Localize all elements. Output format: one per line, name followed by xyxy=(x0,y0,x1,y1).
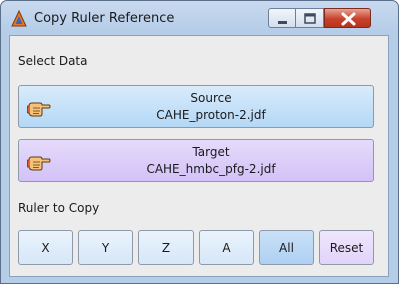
target-button-text: Target CAHE_hmbc_pfg-2.jdf xyxy=(59,144,363,178)
ruler-a-button[interactable]: A xyxy=(199,230,254,265)
source-label: Source xyxy=(190,91,232,105)
pointing-hand-icon xyxy=(27,98,51,118)
maximize-button[interactable] xyxy=(296,8,324,28)
ruler-y-button[interactable]: Y xyxy=(78,230,133,265)
minimize-icon xyxy=(278,21,287,24)
title-bar[interactable]: Copy Ruler Reference xyxy=(1,1,398,35)
window-title: Copy Ruler Reference xyxy=(34,11,175,26)
minimize-button[interactable] xyxy=(268,8,296,28)
source-button-text: Source CAHE_proton-2.jdf xyxy=(59,90,363,124)
close-icon xyxy=(341,12,356,26)
select-data-label: Select Data xyxy=(18,54,88,68)
close-button[interactable] xyxy=(324,8,371,28)
target-label: Target xyxy=(192,145,230,159)
ruler-z-button[interactable]: Z xyxy=(138,230,194,265)
ruler-x-button[interactable]: X xyxy=(18,230,73,265)
dialog-window: Copy Ruler Reference Select Data Source … xyxy=(0,0,399,284)
source-button[interactable]: Source CAHE_proton-2.jdf xyxy=(18,85,374,128)
app-icon xyxy=(11,9,27,28)
target-filename: CAHE_hmbc_pfg-2.jdf xyxy=(146,162,276,176)
maximize-icon xyxy=(304,13,316,24)
pointing-hand-icon xyxy=(27,152,51,172)
reset-button[interactable]: Reset xyxy=(319,230,374,265)
ruler-all-button[interactable]: All xyxy=(259,230,314,265)
target-button[interactable]: Target CAHE_hmbc_pfg-2.jdf xyxy=(18,139,374,182)
source-filename: CAHE_proton-2.jdf xyxy=(156,108,266,122)
ruler-button-row: X Y Z A All Reset xyxy=(18,230,376,265)
ruler-to-copy-label: Ruler to Copy xyxy=(18,201,100,215)
